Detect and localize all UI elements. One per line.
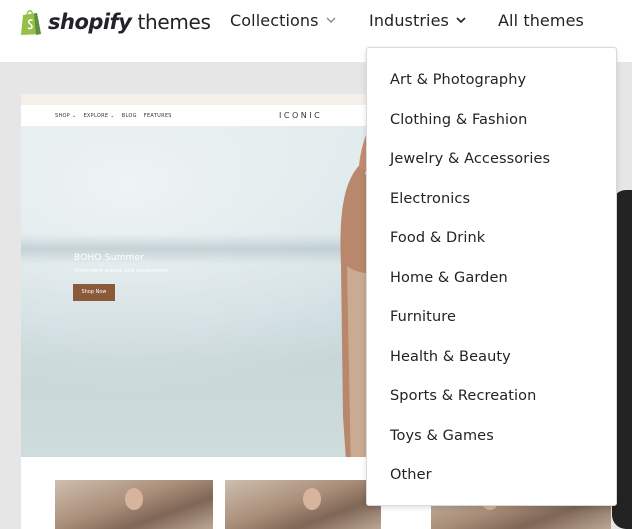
nav-collections-label: Collections xyxy=(230,11,319,30)
preview-brand: ICONIC xyxy=(279,111,323,120)
logo-subtitle: themes xyxy=(137,10,211,34)
industry-health-beauty[interactable]: Health & Beauty xyxy=(390,349,511,365)
industry-food-drink[interactable]: Food & Drink xyxy=(390,230,485,246)
preview-shop-now-button[interactable]: Shop Now xyxy=(73,284,115,301)
preview-hero-title: BOHO Summer xyxy=(74,253,145,263)
industry-art-photography[interactable]: Art & Photography xyxy=(390,72,526,88)
chevron-down-icon xyxy=(456,14,466,27)
nav-all-themes[interactable]: All themes xyxy=(498,11,584,30)
shopify-themes-logo[interactable]: shopify themes xyxy=(20,6,211,38)
nav-all-themes-label: All themes xyxy=(498,11,584,30)
shopify-bag-icon xyxy=(20,8,42,36)
industry-electronics[interactable]: Electronics xyxy=(390,191,470,207)
nav-industries[interactable]: Industries xyxy=(369,11,466,30)
preview-nav-link: EXPLORE ⌄ xyxy=(83,113,115,119)
product-thumbnail xyxy=(225,480,381,529)
industry-home-garden[interactable]: Home & Garden xyxy=(390,270,508,286)
product-thumbnail xyxy=(55,480,213,529)
industry-sports-recreation[interactable]: Sports & Recreation xyxy=(390,388,536,404)
preview-nav-link: SHOP ⌄ xyxy=(55,113,77,119)
industry-other[interactable]: Other xyxy=(390,467,432,483)
nav-collections[interactable]: Collections xyxy=(230,11,336,30)
industry-furniture[interactable]: Furniture xyxy=(390,309,456,325)
nav-industries-label: Industries xyxy=(369,11,449,30)
preview-nav-link: BLOG xyxy=(121,113,137,119)
industries-dropdown: Art & Photography Clothing & Fashion Jew… xyxy=(366,47,617,506)
logo-wordmark: shopify xyxy=(48,10,132,34)
preview-hero-subtitle: Statement pieces and accessories xyxy=(74,268,169,274)
industry-clothing-fashion[interactable]: Clothing & Fashion xyxy=(390,112,527,128)
industry-jewelry-accessories[interactable]: Jewelry & Accessories xyxy=(390,151,550,167)
industry-toys-games[interactable]: Toys & Games xyxy=(390,428,494,444)
preview-nav-link: FEATURES xyxy=(143,113,172,119)
chevron-down-icon xyxy=(326,14,336,27)
